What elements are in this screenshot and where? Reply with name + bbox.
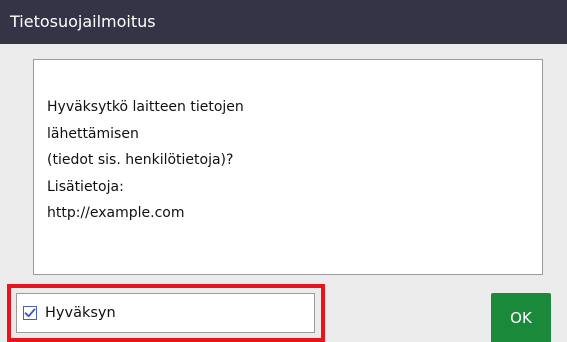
dialog-title-bar: Tietosuojailmoitus [0, 0, 567, 44]
message-box: Hyväksytkö laitteen tietojen lähettämise… [33, 59, 543, 275]
message-text: Hyväksytkö laitteen tietojen lähettämise… [47, 99, 244, 221]
checkmark-icon [24, 308, 36, 318]
consent-highlight-frame: Hyväksyn [7, 284, 325, 342]
consent-checkbox-row[interactable]: Hyväksyn [16, 293, 315, 333]
ok-button[interactable]: OK [491, 293, 551, 342]
dialog-title: Tietosuojailmoitus [10, 12, 156, 31]
consent-checkbox[interactable] [23, 306, 37, 320]
consent-label: Hyväksyn [45, 305, 116, 321]
